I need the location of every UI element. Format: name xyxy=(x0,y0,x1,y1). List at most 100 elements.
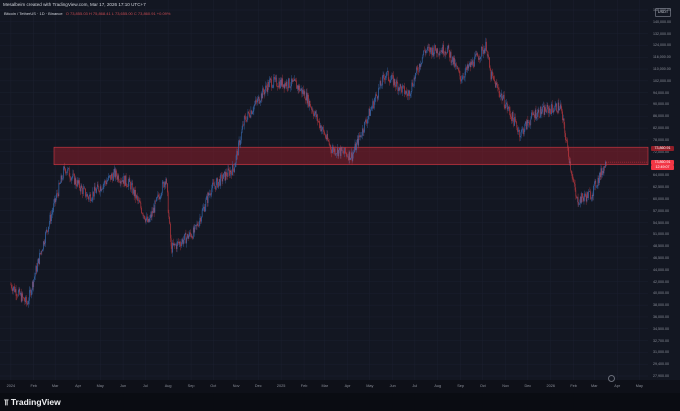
candle-body xyxy=(370,108,372,110)
candle-body xyxy=(103,183,105,186)
candle-body xyxy=(587,192,588,199)
candle-body xyxy=(47,231,49,232)
candle-body xyxy=(60,182,61,184)
candle-body xyxy=(45,232,46,243)
candle-body xyxy=(43,241,44,250)
y-axis-tick-label: 51,000.00 xyxy=(653,232,669,237)
candle-body xyxy=(517,127,518,132)
candle-body xyxy=(526,121,527,130)
candle-body xyxy=(524,124,526,131)
candle-body xyxy=(532,112,534,116)
candle-body xyxy=(564,124,566,134)
chart-settings-icon[interactable] xyxy=(608,375,615,382)
candle-body xyxy=(82,188,84,194)
candle-body xyxy=(64,166,66,169)
candle-body xyxy=(259,102,261,104)
candle-body xyxy=(368,115,369,120)
candle-body xyxy=(257,96,259,99)
candle-body xyxy=(209,193,210,196)
candle-body xyxy=(555,103,557,106)
candle-body xyxy=(232,164,233,176)
candle-body xyxy=(536,117,537,119)
candle-body xyxy=(43,241,45,245)
candle-body xyxy=(567,140,569,148)
candle-body xyxy=(152,211,153,214)
candle-body xyxy=(458,68,459,71)
y-axis-tick-label: 116,000.00 xyxy=(653,55,671,60)
candle-body xyxy=(133,188,135,197)
ohlc-values: O 73,855.03 H 75,868.41 L 73,655.00 C 73… xyxy=(65,11,171,16)
candle-body xyxy=(12,288,14,292)
candle-body xyxy=(256,101,258,103)
candle-body xyxy=(585,193,586,197)
candle-body xyxy=(582,193,583,198)
candle-body xyxy=(541,111,543,114)
candle-body xyxy=(604,166,605,168)
candle-body xyxy=(248,111,249,114)
candle-body xyxy=(414,77,416,79)
candle-body xyxy=(128,178,130,183)
candle-body xyxy=(171,245,173,253)
candle-body xyxy=(36,266,38,272)
symbol-legend[interactable]: Bitcoin / TetherUS · 1D · Binance O 73,8… xyxy=(4,11,170,16)
candle-body xyxy=(243,116,245,126)
candle-body xyxy=(269,80,270,88)
candle-body xyxy=(513,118,515,126)
candle-body xyxy=(278,81,280,88)
candle-body xyxy=(156,197,157,202)
candle-body xyxy=(431,49,433,56)
candle-body xyxy=(322,127,324,131)
candle-body xyxy=(126,184,128,187)
candle-body xyxy=(249,113,250,117)
candle-body xyxy=(562,111,563,121)
candle-body xyxy=(153,207,154,214)
candle-body xyxy=(406,91,408,94)
candle-body xyxy=(286,81,287,87)
candle-body xyxy=(15,289,17,296)
candle-body xyxy=(95,190,97,193)
candle-body xyxy=(212,182,213,189)
candle-body xyxy=(456,65,458,69)
candle-body xyxy=(427,47,428,51)
candle-body xyxy=(464,71,466,78)
candle-body xyxy=(72,173,74,178)
candle-body xyxy=(107,180,108,182)
candle-body xyxy=(455,63,456,67)
candle-body xyxy=(445,51,447,53)
candle-body xyxy=(308,100,310,107)
candle-body xyxy=(470,61,472,68)
candle-body xyxy=(199,217,201,222)
candle-body xyxy=(247,111,249,117)
candle-body xyxy=(74,173,75,185)
candle-body xyxy=(207,192,209,203)
candle-body xyxy=(384,77,385,80)
candle-body xyxy=(179,242,181,245)
candle-body xyxy=(222,178,224,182)
candle-body xyxy=(410,91,412,95)
candle-body xyxy=(404,86,405,94)
x-axis-tick-label: 2024 xyxy=(6,384,16,388)
y-axis-tick-label: 46,500.00 xyxy=(653,255,669,260)
candle-body xyxy=(577,197,579,205)
candle-body xyxy=(137,197,139,201)
candle-body xyxy=(502,98,504,101)
candle-body xyxy=(209,193,211,195)
candle-body xyxy=(373,101,375,109)
candle-body xyxy=(250,110,252,118)
candle-body xyxy=(450,52,452,63)
candle-body xyxy=(568,147,569,157)
candle-body xyxy=(118,175,119,182)
candle-body xyxy=(486,41,487,51)
candle-body xyxy=(317,114,318,121)
candle-body xyxy=(334,148,335,152)
candle-body xyxy=(183,239,184,244)
candle-body xyxy=(147,219,149,222)
candle-body xyxy=(321,129,323,132)
candle-body xyxy=(307,94,309,104)
tradingview-brand[interactable]: ⫪ TradingView xyxy=(4,397,61,408)
candle-body xyxy=(505,104,506,108)
candle-body xyxy=(22,293,23,298)
candle-body xyxy=(468,65,470,69)
candle-body xyxy=(315,111,317,118)
candle-body xyxy=(86,194,88,197)
